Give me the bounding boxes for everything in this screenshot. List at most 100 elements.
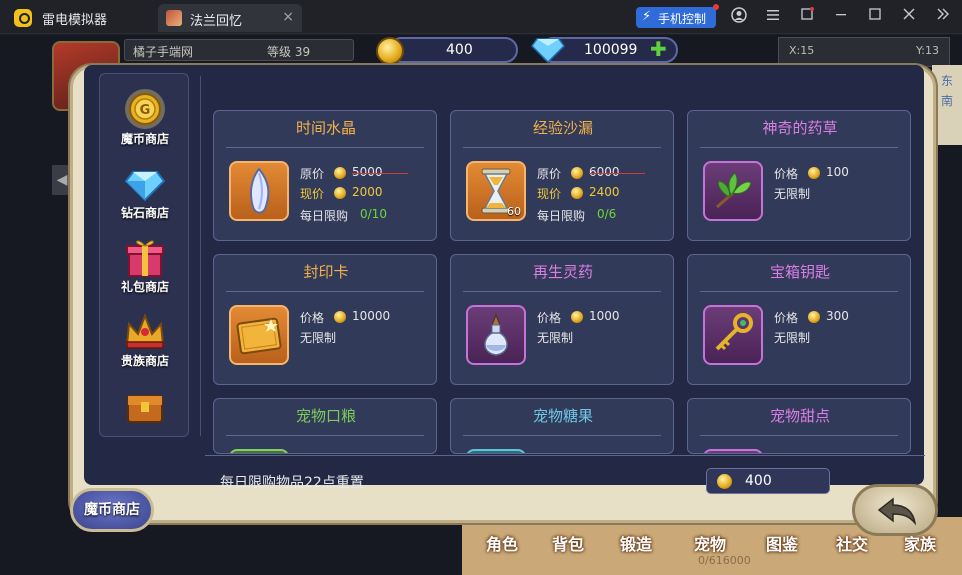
phone-control-button[interactable]: ⚡ 手机控制: [636, 4, 719, 28]
pet-food-icon: [229, 449, 289, 453]
gift-box-icon: [126, 240, 164, 277]
gold-amount: 400: [446, 42, 473, 58]
coord-x: X:15: [789, 44, 815, 57]
diamond-icon: [124, 171, 166, 202]
gold-balance: 400: [706, 468, 830, 494]
item-name: 宠物糖果: [532, 407, 593, 425]
shop-item-card[interactable]: 封印卡 价格 10000 无限制: [213, 254, 437, 385]
current-price: 2000: [352, 185, 383, 199]
app-title: 雷电模拟器: [42, 13, 108, 28]
strikethrough: [352, 173, 408, 174]
treasure-chest-icon: [127, 395, 163, 423]
diamond-amount: 100099: [584, 42, 638, 58]
category-chest-shop[interactable]: [100, 378, 190, 434]
add-diamond-icon[interactable]: ✚: [650, 37, 667, 61]
card-divider: [226, 147, 424, 148]
gold-coin-icon: [334, 187, 346, 199]
nav-codex[interactable]: 图鉴: [754, 525, 810, 565]
resize-icon[interactable]: [797, 7, 817, 27]
daily-limit-label: 每日限购: [300, 209, 349, 223]
shop-item-card[interactable]: 宠物糖果: [450, 398, 674, 454]
shop-item-card[interactable]: 时间水晶 原价 5000 现价 2000 每日限购 0/10: [213, 110, 437, 241]
shop-item-card[interactable]: 经验沙漏 60 原价 6000 现价 2400 每日限购 0/6: [450, 110, 674, 241]
daily-limit-label: 每日限购: [537, 209, 586, 223]
account-icon[interactable]: [729, 7, 749, 27]
player-level: 等级 39: [267, 45, 311, 59]
price: 100: [826, 165, 849, 179]
category-diamond-shop[interactable]: 钻石商店: [100, 156, 190, 230]
price: 1000: [589, 309, 620, 323]
key-icon: [715, 313, 753, 351]
shop-item-card[interactable]: 宝箱钥匙 价格 300 无限制: [687, 254, 911, 385]
nav-bag[interactable]: 背包: [540, 525, 596, 565]
card-divider: [463, 147, 661, 148]
coord-y: Y:13: [916, 44, 939, 57]
price: 10000: [352, 309, 391, 323]
gold-coin-icon: [571, 187, 583, 199]
current-shop-tab[interactable]: 魔币商店: [70, 488, 154, 532]
category-gift-shop[interactable]: 礼包商店: [100, 230, 190, 304]
limit-text: 无限制: [300, 331, 337, 345]
original-price: 5000: [352, 165, 383, 179]
shop-item-card[interactable]: 神奇的药草 价格 100 无限制: [687, 110, 911, 241]
price-label: 价格: [774, 311, 799, 325]
card-divider: [700, 435, 898, 436]
back-arrow-icon: [877, 497, 917, 525]
card-divider: [226, 291, 424, 292]
nav-forge[interactable]: 锻造: [608, 525, 664, 565]
card-divider: [700, 291, 898, 292]
footer-divider: [205, 455, 925, 456]
minimize-icon[interactable]: [831, 7, 851, 27]
close-icon[interactable]: [899, 7, 919, 27]
category-label: 魔币商店: [120, 132, 169, 146]
crystal-icon: [250, 167, 270, 214]
maximize-icon[interactable]: [865, 7, 885, 27]
gold-coin-icon: [571, 167, 583, 179]
item-name: 封印卡: [303, 263, 349, 281]
item-thumbnail: [229, 305, 289, 365]
card-divider: [226, 435, 424, 436]
back-button[interactable]: [852, 484, 938, 536]
shop-category-sidebar: G 魔币商店 钻石商店 礼包商店 贵族商店: [99, 73, 189, 437]
shop-item-card[interactable]: 宠物口粮: [213, 398, 437, 454]
diamond-icon: [531, 38, 565, 63]
seal-card-icon: [236, 317, 282, 355]
nav-character[interactable]: 角色: [474, 525, 530, 565]
pet-candy-icon: [466, 449, 526, 453]
category-label: 钻石商店: [120, 206, 169, 220]
gold-balance-value: 400: [745, 473, 772, 489]
price-label: 价格: [774, 167, 799, 181]
shop-item-card[interactable]: 再生灵药 价格 1000 无限制: [450, 254, 674, 385]
shop-item-card[interactable]: 宠物甜点: [687, 398, 911, 454]
pet-dessert-icon: [703, 449, 763, 453]
bolt-icon: ⚡: [642, 9, 652, 24]
tab-label: 法兰回忆: [190, 14, 243, 29]
svg-text:G: G: [140, 103, 151, 118]
gold-coin-icon: [808, 167, 820, 179]
tab-game[interactable]: 法兰回忆 ×: [158, 4, 302, 32]
current-price-label: 现价: [300, 187, 325, 201]
daily-limit-value: 0/6: [597, 207, 617, 221]
category-noble-shop[interactable]: 贵族商店: [100, 304, 190, 378]
left-arrow-icon[interactable]: ◀: [52, 165, 72, 195]
original-price: 6000: [589, 165, 620, 179]
item-name: 宝箱钥匙: [769, 263, 830, 281]
sidebar-toggle-icon[interactable]: [933, 7, 953, 27]
category-gold-shop[interactable]: G 魔币商店: [100, 82, 190, 156]
tab-close-icon[interactable]: ×: [282, 9, 294, 25]
gold-coin-icon: [571, 311, 583, 323]
card-divider: [463, 435, 661, 436]
menu-icon[interactable]: [763, 7, 783, 27]
item-name: 宠物甜点: [769, 407, 830, 425]
phone-control-label: 手机控制: [658, 12, 707, 26]
limit-text: 无限制: [774, 187, 811, 201]
item-thumbnail: [466, 305, 526, 365]
item-quantity-badge: 60: [507, 205, 521, 218]
item-name: 经验沙漏: [532, 119, 593, 137]
sidebar-divider: [200, 76, 201, 436]
gold-coin-icon: [717, 474, 732, 489]
strikethrough: [589, 173, 645, 174]
player-name: 橘子手端网: [133, 45, 194, 59]
item-thumbnail: [703, 161, 763, 221]
card-divider: [700, 147, 898, 148]
